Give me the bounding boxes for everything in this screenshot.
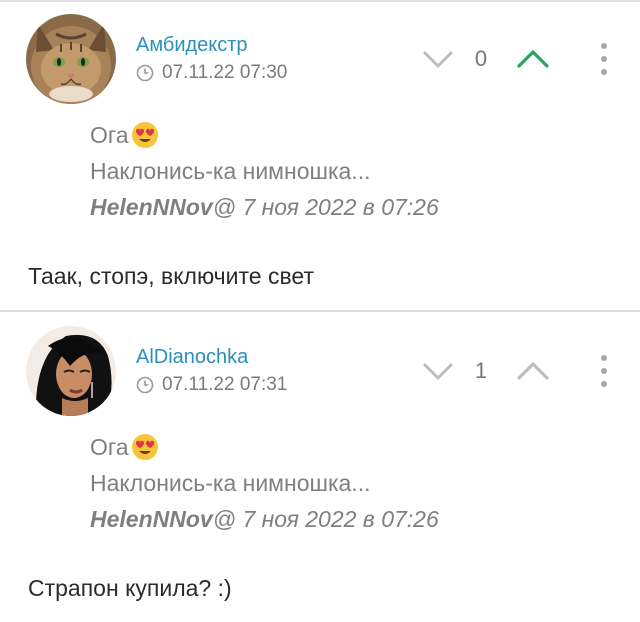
quote-citation: HelenNNov @ 7 ноя 2022 в 07:26 <box>90 501 439 537</box>
quote-line-1: Ога <box>90 434 129 460</box>
clock-icon <box>136 64 154 82</box>
cat-avatar-image <box>26 14 116 104</box>
quote-citation-date: @ 7 ноя 2022 в 07:26 <box>212 194 439 220</box>
quote-block: Ога Наклонись-ка нимношка... HelenNNov @… <box>90 117 439 225</box>
chevron-up-icon[interactable] <box>516 360 550 382</box>
comment-text: Таак, стопэ, включите свет <box>28 263 314 289</box>
chevron-down-icon[interactable] <box>422 50 454 70</box>
chevron-up-icon[interactable] <box>516 48 550 70</box>
author-name[interactable]: Амбидекстр <box>136 34 248 57</box>
more-vertical-icon[interactable] <box>596 42 612 76</box>
quote-line-2: Наклонись-ка нимношка... <box>90 470 371 496</box>
comment-timestamp: 07.11.22 07:30 <box>136 62 287 84</box>
more-vertical-icon[interactable] <box>596 354 612 388</box>
timestamp-text: 07.11.22 07:31 <box>162 374 288 395</box>
avatar[interactable] <box>26 326 116 416</box>
clock-icon <box>136 376 154 394</box>
author-name[interactable]: AlDianochka <box>136 346 248 369</box>
quote-user-link[interactable]: HelenNNov <box>90 189 213 225</box>
vote-score: 0 <box>474 46 488 71</box>
woman-avatar-image <box>26 326 116 416</box>
comment-divider <box>0 310 640 312</box>
top-divider <box>0 0 640 2</box>
comment-timestamp: 07.11.22 07:31 <box>136 374 287 396</box>
quote-block: Ога Наклонись-ка нимношка... HelenNNov @… <box>90 429 439 537</box>
avatar[interactable] <box>26 14 116 104</box>
vote-score: 1 <box>474 358 488 383</box>
quote-line-2: Наклонись-ка нимношка... <box>90 158 371 184</box>
heart-eyes-emoji <box>131 122 158 148</box>
chevron-down-icon[interactable] <box>422 362 454 382</box>
timestamp-text: 07.11.22 07:30 <box>162 62 288 83</box>
quote-user-link[interactable]: HelenNNov <box>90 501 213 537</box>
heart-eyes-emoji <box>131 434 158 460</box>
quote-citation: HelenNNov @ 7 ноя 2022 в 07:26 <box>90 189 439 225</box>
quote-line-1: Ога <box>90 122 129 148</box>
comment-text: Страпон купила? :) <box>28 575 232 601</box>
quote-citation-date: @ 7 ноя 2022 в 07:26 <box>212 506 439 532</box>
